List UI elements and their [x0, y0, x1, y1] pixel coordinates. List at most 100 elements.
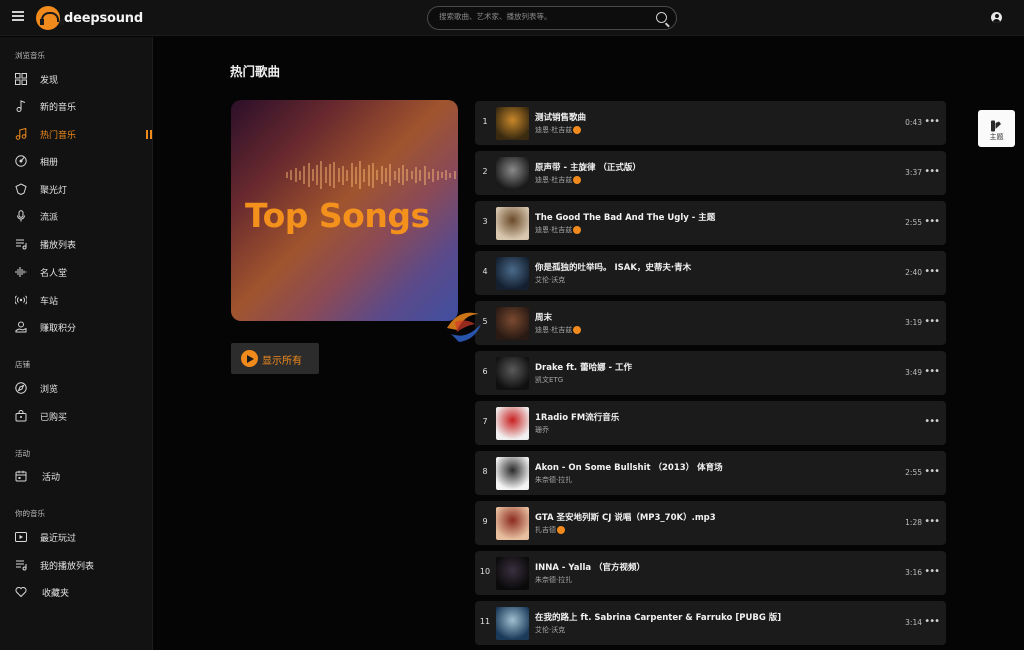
track-artist-name[interactable]: 迪恩·杜吉兹: [535, 225, 572, 235]
sidebar-item-albums[interactable]: 相册: [0, 150, 153, 172]
user-account-icon[interactable]: [991, 12, 1002, 23]
track-row[interactable]: 4 你是孤独的吐举吗。 ISAK，史蒂夫·青木 艾伦·沃克 2:40 •••: [475, 251, 946, 295]
track-row[interactable]: 6 Drake ft. 蕾哈娜 - 工作 凯文ETG 3:49 •••: [475, 351, 946, 395]
sidebar-item-favorites[interactable]: 收藏夹: [0, 581, 153, 603]
track-title[interactable]: GTA 圣安地列斯 CJ 说唱（MP3_70K）.mp3: [535, 511, 716, 523]
sidebar-item-stations[interactable]: 车站: [0, 289, 153, 311]
track-row[interactable]: 10 INNA - Yalla （官方视频） 朱奈德·拉扎 3:16 •••: [475, 551, 946, 595]
top-songs-cover[interactable]: Top Songs: [231, 100, 458, 321]
track-number: 11: [479, 617, 491, 626]
more-options-icon[interactable]: •••: [924, 416, 940, 427]
more-options-icon[interactable]: •••: [924, 116, 940, 127]
track-title[interactable]: 1Radio FM流行音乐: [535, 411, 619, 423]
track-row[interactable]: 3 The Good The Bad And The Ugly - 主题 迪恩·杜吉…: [475, 201, 946, 245]
sidebar-item-events[interactable]: 活动: [0, 465, 153, 487]
track-row[interactable]: 9 GTA 圣安地列斯 CJ 说唱（MP3_70K）.mp3 扎吉德 1:28 •••: [475, 501, 946, 545]
logo[interactable]: deepsound: [36, 5, 143, 31]
track-title[interactable]: 测试销售歌曲: [535, 111, 586, 123]
sidebar-item-recently-played[interactable]: 最近玩过: [0, 526, 153, 548]
track-artist[interactable]: 扎吉德: [535, 525, 565, 535]
verified-badge-icon: [573, 126, 582, 134]
sidebar-item-playlists[interactable]: 播放列表: [0, 233, 153, 255]
show-all-button[interactable]: 显示所有: [231, 343, 319, 374]
track-artwork[interactable]: [496, 107, 529, 140]
track-artist-name[interactable]: 迪恩·杜吉兹: [535, 125, 572, 135]
sidebar-item-label: 收藏夹: [42, 588, 70, 599]
track-artwork[interactable]: [496, 207, 529, 240]
track-title[interactable]: Drake ft. 蕾哈娜 - 工作: [535, 361, 632, 373]
search-icon[interactable]: [656, 12, 667, 23]
track-artwork[interactable]: [496, 407, 529, 440]
track-artist-name[interactable]: 艾伦·沃克: [535, 275, 565, 285]
sidebar-item-top-music[interactable]: 热门音乐: [0, 123, 153, 145]
track-title[interactable]: 在我的路上 ft. Sabrina Carpenter & Farruko [P…: [535, 611, 781, 623]
sidebar-item-hall-of-fame[interactable]: 名人堂: [0, 261, 153, 283]
more-options-icon[interactable]: •••: [924, 616, 940, 627]
track-row[interactable]: 1 测试销售歌曲 迪恩·杜吉兹 0:43 •••: [475, 101, 946, 145]
more-options-icon[interactable]: •••: [924, 166, 940, 177]
track-row[interactable]: 8 Akon - On Some Bullshit （2013） 体育场 朱奈德·拉…: [475, 451, 946, 495]
radio-station-icon: [15, 294, 27, 306]
track-artist[interactable]: 迪恩·杜吉兹: [535, 125, 582, 135]
track-artist[interactable]: 迪恩·杜吉兹: [535, 325, 582, 335]
track-artwork[interactable]: [496, 357, 529, 390]
track-artist-name[interactable]: 朱奈德·拉扎: [535, 475, 572, 485]
track-title[interactable]: INNA - Yalla （官方视频）: [535, 561, 645, 573]
track-number: 6: [482, 367, 488, 376]
track-artist-name[interactable]: 艾伦·沃克: [535, 625, 565, 635]
more-options-icon[interactable]: •••: [924, 566, 940, 577]
track-artist-name[interactable]: 扎吉德: [535, 525, 556, 535]
track-artist-name[interactable]: 迪恩·杜吉兹: [535, 325, 572, 335]
track-artist[interactable]: 艾伦·沃克: [535, 625, 565, 635]
track-artist[interactable]: 迪恩·杜吉兹: [535, 225, 582, 235]
track-artist-name[interactable]: 迪恩·杜吉兹: [535, 175, 572, 185]
track-artist[interactable]: 珊乔: [535, 425, 549, 435]
earn-points-icon: [15, 321, 27, 333]
more-options-icon[interactable]: •••: [924, 266, 940, 277]
track-artist-name[interactable]: 朱奈德·拉扎: [535, 575, 572, 585]
track-row[interactable]: 11 在我的路上 ft. Sabrina Carpenter & Farruko …: [475, 601, 946, 645]
sidebar-item-store-browse[interactable]: 浏览: [0, 377, 153, 399]
sidebar-item-earn-points[interactable]: 赚取积分: [0, 316, 153, 338]
sidebar-item-new-music[interactable]: 新的音乐: [0, 95, 153, 117]
track-row[interactable]: 7 1Radio FM流行音乐 珊乔 •••: [475, 401, 946, 445]
sidebar-item-purchased[interactable]: 已购买: [0, 405, 153, 427]
sidebar-item-genres[interactable]: 流派: [0, 205, 153, 227]
track-title[interactable]: 原声带 - 主旋律 （正式版）: [535, 161, 641, 173]
track-artist[interactable]: 艾伦·沃克: [535, 275, 565, 285]
more-options-icon[interactable]: •••: [924, 516, 940, 527]
track-artist[interactable]: 朱奈德·拉扎: [535, 575, 572, 585]
track-artist-name[interactable]: 凯文ETG: [535, 375, 563, 385]
more-options-icon[interactable]: •••: [924, 316, 940, 327]
track-title[interactable]: Akon - On Some Bullshit （2013） 体育场: [535, 461, 723, 473]
track-title[interactable]: The Good The Bad And The Ugly - 主题: [535, 211, 715, 223]
music-note-icon: [15, 100, 27, 112]
sidebar-item-label: 车站: [40, 296, 59, 307]
track-artist-name[interactable]: 珊乔: [535, 425, 549, 435]
sidebar-item-spotlight[interactable]: 聚光灯: [0, 178, 153, 200]
sidebar-item-discover[interactable]: 发现: [0, 68, 153, 90]
track-artist[interactable]: 朱奈德·拉扎: [535, 475, 572, 485]
track-artwork[interactable]: [496, 257, 529, 290]
track-title[interactable]: 周末: [535, 311, 552, 323]
search-bar[interactable]: [427, 6, 677, 30]
sidebar-item-my-playlists[interactable]: 我的播放列表: [0, 554, 153, 576]
track-title[interactable]: 你是孤独的吐举吗。 ISAK，史蒂夫·青木: [535, 261, 691, 273]
track-number: 8: [482, 467, 488, 476]
track-artwork[interactable]: [496, 557, 529, 590]
track-row[interactable]: 5 周末 迪恩·杜吉兹 3:19 •••: [475, 301, 946, 345]
track-artwork[interactable]: [496, 457, 529, 490]
track-artwork[interactable]: [496, 157, 529, 190]
track-artist[interactable]: 凯文ETG: [535, 375, 563, 385]
track-artwork[interactable]: [496, 307, 529, 340]
more-options-icon[interactable]: •••: [924, 366, 940, 377]
more-options-icon[interactable]: •••: [924, 216, 940, 227]
hamburger-menu-icon[interactable]: [12, 11, 24, 23]
track-artwork[interactable]: [496, 607, 529, 640]
track-artist[interactable]: 迪恩·杜吉兹: [535, 175, 582, 185]
theme-button[interactable]: 主题: [978, 110, 1015, 147]
track-row[interactable]: 2 原声带 - 主旋律 （正式版） 迪恩·杜吉兹 3:37 •••: [475, 151, 946, 195]
more-options-icon[interactable]: •••: [924, 466, 940, 477]
search-input[interactable]: [439, 12, 649, 21]
track-artwork[interactable]: [496, 507, 529, 540]
